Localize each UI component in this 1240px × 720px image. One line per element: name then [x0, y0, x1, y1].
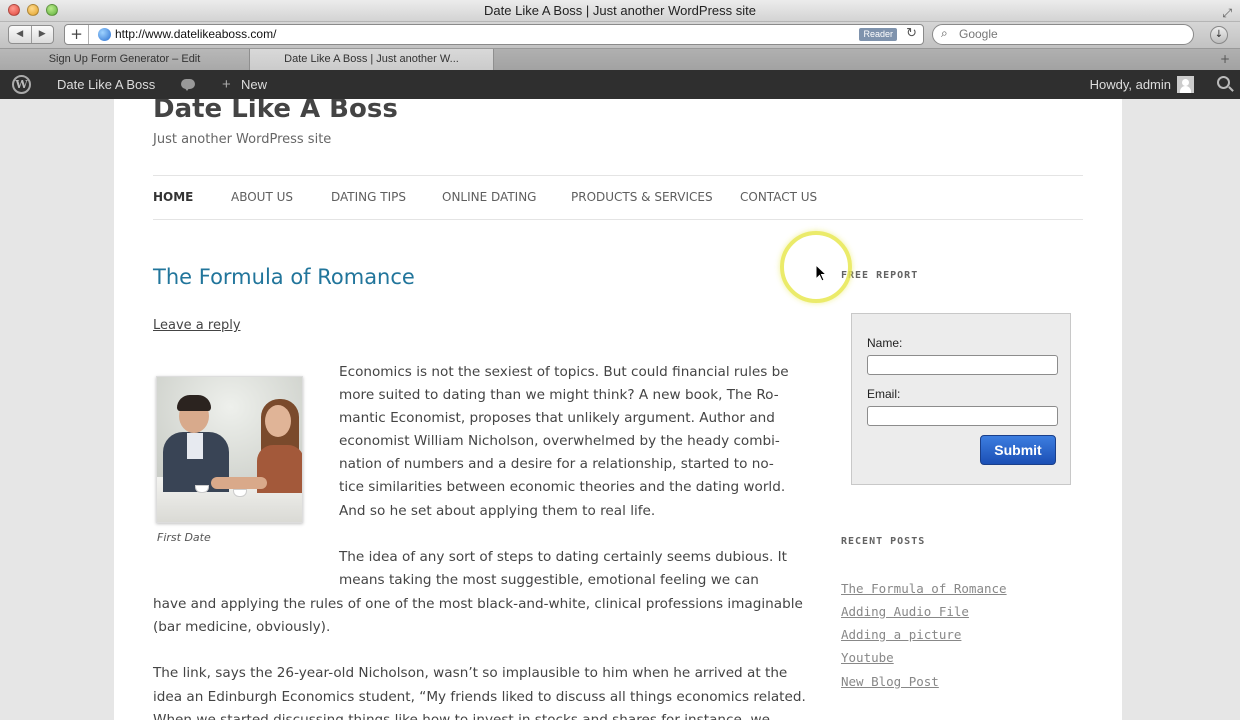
recent-post-link[interactable]: New Blog Post	[841, 674, 939, 689]
nav-item-about-us[interactable]: ABOUT US	[231, 176, 293, 219]
fullscreen-icon[interactable]: ⤢	[1222, 3, 1232, 24]
reload-icon[interactable]: ↻	[906, 26, 917, 41]
add-bookmark-icon[interactable]: +	[65, 25, 89, 44]
signup-form: Name: Email: Submit	[851, 313, 1071, 485]
new-tab-icon[interactable]: +	[1220, 49, 1230, 70]
email-input[interactable]	[867, 406, 1058, 426]
post-text-line: nation of numbers and a desire for a rel…	[339, 456, 774, 472]
avatar-icon[interactable]	[1177, 76, 1194, 93]
main-navigation: HOME ABOUT US DATING TIPS ONLINE DATING …	[153, 175, 1083, 220]
post-text-line: more suited to dating than we might thin…	[339, 387, 779, 403]
globe-icon	[98, 28, 111, 41]
post-text-line: (bar medicine, obviously).	[153, 619, 331, 635]
free-report-title: FREE REPORT	[841, 270, 919, 281]
post-image[interactable]	[156, 376, 303, 523]
search-placeholder: Google	[959, 27, 998, 41]
admin-bar-new[interactable]: New	[241, 70, 267, 99]
recent-post-link[interactable]: Youtube	[841, 650, 894, 665]
photo-man-shirt	[187, 433, 203, 459]
email-label: Email:	[867, 387, 901, 401]
name-label: Name:	[867, 336, 903, 350]
minimize-window-button[interactable]	[27, 4, 39, 16]
tab-date-like-a-boss[interactable]: Date Like A Boss | Just another W...	[250, 49, 494, 70]
admin-bar-howdy[interactable]: Howdy, admin	[1090, 70, 1171, 99]
close-window-button[interactable]	[8, 4, 20, 16]
wordpress-logo-icon[interactable]: W	[12, 75, 31, 94]
leave-reply-link[interactable]: Leave a reply	[153, 318, 241, 333]
recent-posts-title: RECENT POSTS	[841, 536, 926, 547]
photo-man-hair	[177, 395, 211, 411]
recent-post-link[interactable]: Adding Audio File	[841, 604, 969, 619]
post-text-line: economist William Nicholson, overwhelmed…	[339, 433, 780, 449]
downloads-icon[interactable]: ↓	[1210, 26, 1228, 44]
wp-admin-bar: W Date Like A Boss + New Howdy, admin	[0, 70, 1240, 99]
nav-item-home[interactable]: HOME	[153, 176, 193, 219]
name-input[interactable]	[867, 355, 1058, 375]
post-text-line: tice similarities between economic theor…	[339, 479, 786, 495]
post-text-line: And so he set about applying them to rea…	[339, 503, 656, 519]
post-text-line: The idea of any sort of steps to dating …	[339, 549, 787, 565]
nav-item-dating-tips[interactable]: DATING TIPS	[331, 176, 406, 219]
post-text-line: The link, says the 26-year-old Nicholson…	[153, 665, 788, 681]
window-titlebar: Date Like A Boss | Just another WordPres…	[0, 0, 1240, 22]
browser-toolbar: ◀ ▶ + http://www.datelikeaboss.com/ Read…	[0, 22, 1240, 48]
nav-item-online-dating[interactable]: ONLINE DATING	[442, 176, 536, 219]
admin-bar-site-name[interactable]: Date Like A Boss	[57, 70, 155, 99]
reader-button[interactable]: Reader	[859, 28, 897, 41]
tab-sign-up-form[interactable]: Sign Up Form Generator – Edit	[0, 49, 250, 70]
back-button[interactable]: ◀	[9, 26, 32, 43]
site-description: Just another WordPress site	[153, 132, 332, 147]
zoom-window-button[interactable]	[46, 4, 58, 16]
forward-button[interactable]: ▶	[32, 26, 54, 43]
history-nav: ◀ ▶	[8, 25, 54, 44]
nav-item-contact-us[interactable]: CONTACT US	[740, 176, 817, 219]
window-title: Date Like A Boss | Just another WordPres…	[484, 3, 756, 18]
post-text-line: mantic Economist, proposes that unlikely…	[339, 410, 775, 426]
submit-button[interactable]: Submit	[980, 435, 1056, 465]
photo-hands	[211, 477, 267, 489]
search-icon: ⌕	[941, 26, 948, 40]
search-icon[interactable]	[1217, 76, 1230, 89]
address-bar[interactable]: + http://www.datelikeaboss.com/ Reader ↻	[64, 24, 924, 45]
post-text-line: have and applying the rules of one of th…	[153, 596, 803, 612]
post-title[interactable]: The Formula of Romance	[153, 265, 415, 289]
post-text-line: idea an Edinburgh Economics student, “My…	[153, 689, 806, 705]
nav-item-products-services[interactable]: PRODUCTS & SERVICES	[571, 176, 713, 219]
post-text-line: Economics is not the sexiest of topics. …	[339, 364, 789, 380]
site-title[interactable]: Date Like A Boss	[153, 99, 398, 125]
url-text[interactable]: http://www.datelikeaboss.com/	[115, 25, 276, 44]
recent-post-link[interactable]: The Formula of Romance	[841, 581, 1007, 596]
comment-bubble-icon[interactable]	[181, 79, 195, 91]
page-content: Date Like A Boss Just another WordPress …	[114, 99, 1122, 720]
recent-post-link[interactable]: Adding a picture	[841, 627, 961, 642]
tab-bar: Sign Up Form Generator – Edit Date Like …	[0, 48, 1240, 70]
search-field[interactable]: ⌕ Google	[932, 24, 1194, 45]
plus-icon[interactable]: +	[222, 70, 231, 99]
post-text-line: When we started discussing things like h…	[153, 712, 770, 720]
post-text-line: means taking the most suggestible, emoti…	[339, 572, 759, 588]
image-caption: First Date	[157, 531, 211, 544]
photo-woman-head	[265, 405, 291, 437]
